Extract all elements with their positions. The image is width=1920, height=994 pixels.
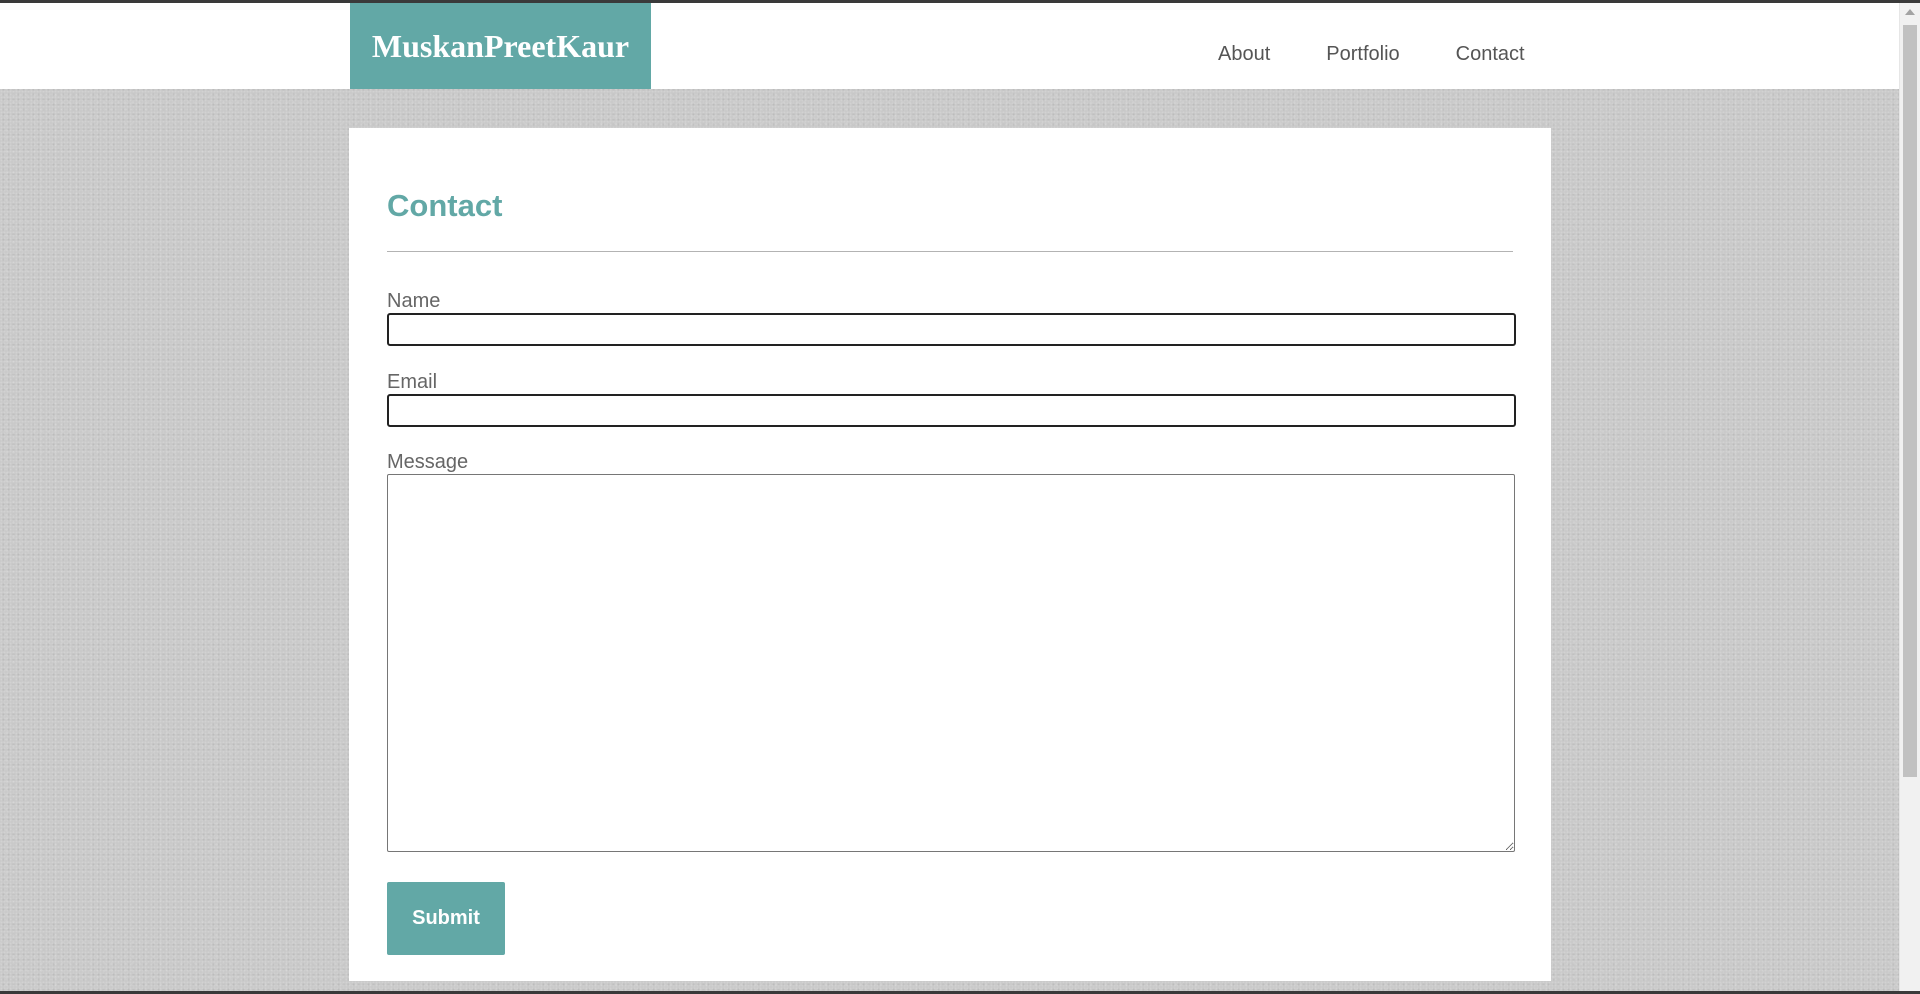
vertical-scrollbar[interactable] (1899, 3, 1920, 991)
nav-link-portfolio[interactable]: Portfolio (1326, 43, 1399, 66)
submit-button[interactable]: Submit (387, 882, 505, 955)
message-textarea[interactable] (387, 474, 1515, 852)
page-title: Contact (387, 188, 503, 223)
main-nav: About Portfolio Contact (1190, 3, 1525, 89)
email-label: Email (387, 371, 438, 393)
scrollbar-thumb[interactable] (1903, 25, 1917, 777)
title-divider (387, 251, 1513, 252)
name-field[interactable] (387, 313, 1516, 346)
nav-link-contact[interactable]: Contact (1456, 43, 1525, 66)
nav-link-about[interactable]: About (1218, 43, 1270, 66)
site-logo[interactable]: MuskanPreetKaur (350, 3, 651, 89)
contact-card: Contact Name Email Message Submit (349, 128, 1551, 981)
name-label: Name (387, 290, 441, 312)
email-field[interactable] (387, 394, 1516, 427)
scroll-up-arrow-icon[interactable] (1905, 9, 1915, 15)
message-label: Message (387, 451, 469, 473)
site-header: MuskanPreetKaur About Portfolio Contact (0, 3, 1899, 89)
